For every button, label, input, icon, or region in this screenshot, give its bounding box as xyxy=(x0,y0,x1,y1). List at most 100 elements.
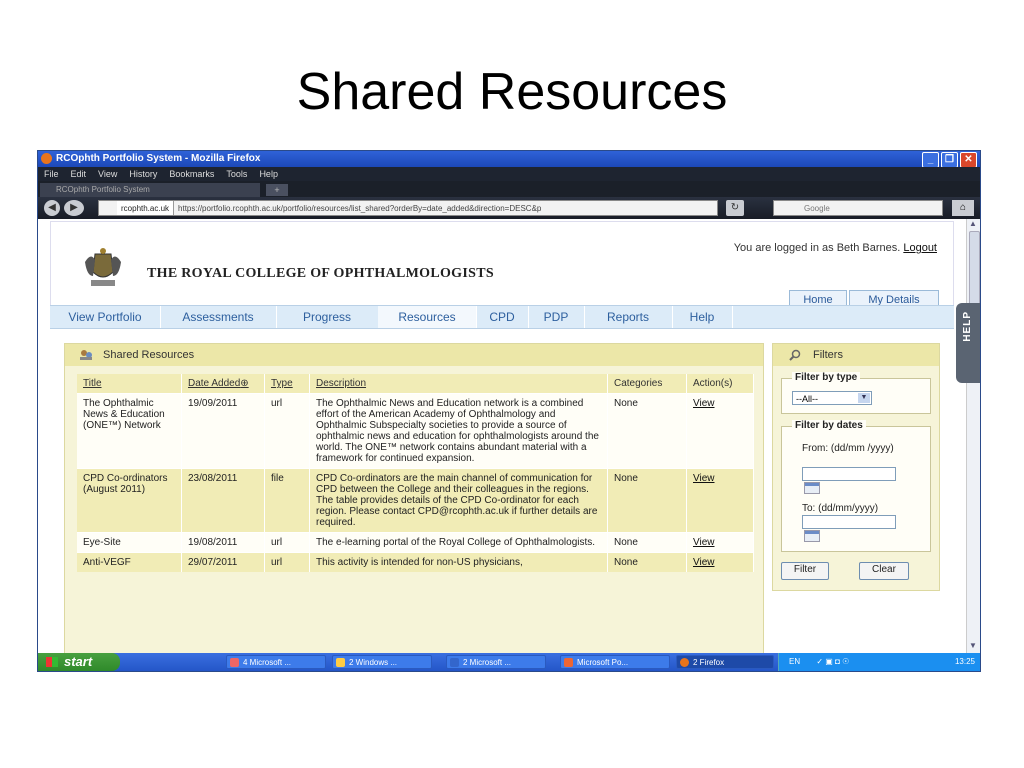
type-select-value: --All-- xyxy=(796,394,818,404)
col-type[interactable]: Type xyxy=(264,374,310,394)
home-icon[interactable]: ⌂ xyxy=(952,200,974,216)
to-date-input[interactable] xyxy=(802,515,896,529)
menu-file[interactable]: File xyxy=(44,169,59,179)
col-date-added[interactable]: Date Added⊕ xyxy=(181,374,265,394)
magnifier-icon xyxy=(789,349,801,361)
menu-history[interactable]: History xyxy=(129,169,157,179)
filters-title: Filters xyxy=(813,349,843,361)
task-label: 2 Windows ... xyxy=(349,658,398,667)
cell-categories: None xyxy=(607,468,687,533)
chevron-down-icon: ▼ xyxy=(858,393,870,403)
cell-categories: None xyxy=(607,532,687,553)
cell-title: Eye-Site xyxy=(77,532,182,553)
logout-link[interactable]: Logout xyxy=(903,242,937,254)
task-label: 2 Firefox xyxy=(693,658,725,667)
type-select[interactable]: --All-- ▼ xyxy=(792,391,872,405)
menu-view[interactable]: View xyxy=(98,169,117,179)
forward-icon[interactable]: ▶ xyxy=(64,200,84,216)
cell-type: file xyxy=(264,468,310,533)
col-date-added-label: Date Added xyxy=(188,378,241,389)
firefox-icon xyxy=(41,153,52,164)
outlook-icon xyxy=(230,658,239,667)
nav-view-portfolio[interactable]: View Portfolio xyxy=(50,306,161,328)
close-button[interactable]: ✕ xyxy=(960,152,977,168)
nav-pdp[interactable]: PDP xyxy=(528,306,585,328)
cell-date: 19/09/2011 xyxy=(181,393,265,469)
task-label: 2 Microsoft ... xyxy=(463,658,512,667)
cell-title: The Ophthalmic News & Education (ONE™) N… xyxy=(77,393,182,469)
cell-description: The e-learning portal of the Royal Colle… xyxy=(309,532,608,553)
calendar-icon[interactable] xyxy=(804,530,820,542)
browser-tab[interactable]: RCOphth Portfolio System xyxy=(40,183,260,197)
taskbar-item-microsoft-2[interactable]: 2 Microsoft ... xyxy=(446,655,546,669)
calendar-icon[interactable] xyxy=(804,482,820,494)
window-titlebar: RCOphth Portfolio System - Mozilla Firef… xyxy=(38,151,980,168)
college-crest-icon xyxy=(85,248,121,286)
view-link[interactable]: View xyxy=(693,537,715,548)
menu-bar: File Edit View History Bookmarks Tools Help xyxy=(38,167,980,181)
cell-date: 29/07/2011 xyxy=(181,552,265,572)
menu-edit[interactable]: Edit xyxy=(71,169,87,179)
cell-type: url xyxy=(264,532,310,553)
cell-type: url xyxy=(264,552,310,572)
window-title: RCOphth Portfolio System - Mozilla Firef… xyxy=(56,153,261,164)
nav-cpd[interactable]: CPD xyxy=(476,306,529,328)
new-tab-icon[interactable]: + xyxy=(266,184,288,196)
shared-resources-icon xyxy=(80,350,92,360)
taskbar-item-microsoft-1[interactable]: 4 Microsoft ... xyxy=(226,655,326,669)
search-input[interactable]: Google xyxy=(773,200,943,216)
browser-window: RCOphth Portfolio System - Mozilla Firef… xyxy=(37,150,981,672)
cell-description: This activity is intended for non-US phy… xyxy=(309,552,608,572)
taskbar-item-firefox[interactable]: 2 Firefox xyxy=(676,655,774,669)
cell-action: View xyxy=(686,552,754,572)
clear-button[interactable]: Clear xyxy=(859,562,909,580)
back-icon[interactable]: ◀ xyxy=(44,200,60,216)
panel-header: Shared Resources xyxy=(65,344,763,366)
cell-date: 19/08/2011 xyxy=(181,532,265,553)
url-text: https://portfolio.rcophth.ac.uk/portfoli… xyxy=(178,204,542,213)
logged-in-text: You are logged in as Beth Barnes. xyxy=(733,242,901,254)
cell-action: View xyxy=(686,468,754,533)
menu-bookmarks[interactable]: Bookmarks xyxy=(169,169,214,179)
minimize-button[interactable]: _ xyxy=(922,152,939,168)
filter-dates-legend: Filter by dates xyxy=(792,420,866,431)
nav-help[interactable]: Help xyxy=(672,306,733,328)
slide-title: Shared Resources xyxy=(296,63,728,121)
menu-help[interactable]: Help xyxy=(259,169,278,179)
filter-button[interactable]: Filter xyxy=(781,562,829,580)
scroll-down-icon[interactable]: ▼ xyxy=(969,641,977,650)
to-date-label: To: (dd/mm/yyyy) xyxy=(802,503,879,514)
site-identity[interactable]: rcophth.ac.uk xyxy=(117,201,175,215)
taskbar-item-windows[interactable]: 2 Windows ... xyxy=(332,655,432,669)
vertical-scrollbar[interactable]: ▲ ▼ xyxy=(966,219,980,653)
start-button[interactable]: start xyxy=(38,653,120,671)
filter-dates-group: Filter by dates From: (dd/mm /yyyy) To: … xyxy=(781,420,931,552)
view-link[interactable]: View xyxy=(693,473,715,484)
address-bar[interactable]: rcophth.ac.uk https://portfolio.rcophth.a… xyxy=(98,200,718,216)
help-side-tab[interactable]: HELP xyxy=(956,303,980,383)
taskbar-item-powerpoint[interactable]: Microsoft Po... xyxy=(560,655,670,669)
nav-resources[interactable]: Resources xyxy=(378,306,477,328)
reload-icon[interactable]: ↻ xyxy=(726,200,744,216)
col-categories: Categories xyxy=(607,374,687,394)
nav-progress[interactable]: Progress xyxy=(276,306,379,328)
cell-categories: None xyxy=(607,393,687,469)
tab-strip: RCOphth Portfolio System + xyxy=(38,181,980,197)
nav-assessments[interactable]: Assessments xyxy=(160,306,277,328)
view-link[interactable]: View xyxy=(693,398,715,409)
view-link[interactable]: View xyxy=(693,557,715,568)
menu-tools[interactable]: Tools xyxy=(226,169,247,179)
system-tray: EN ✓ ▣ ◘ ☉ 13:25 xyxy=(778,653,980,671)
nav-reports[interactable]: Reports xyxy=(584,306,673,328)
col-title[interactable]: Title xyxy=(77,374,182,394)
col-description[interactable]: Description xyxy=(309,374,608,394)
from-date-input[interactable] xyxy=(802,467,896,481)
firefox-icon xyxy=(680,658,689,667)
start-label: start xyxy=(64,654,93,669)
language-indicator[interactable]: EN xyxy=(789,657,800,666)
cell-date: 23/08/2011 xyxy=(181,468,265,533)
restore-button[interactable]: ❐ xyxy=(941,152,958,168)
scroll-up-icon[interactable]: ▲ xyxy=(969,219,977,228)
tray-icons[interactable]: ✓ ▣ ◘ ☉ xyxy=(816,657,849,666)
cell-description: CPD Co-ordinators are the main channel o… xyxy=(309,468,608,533)
